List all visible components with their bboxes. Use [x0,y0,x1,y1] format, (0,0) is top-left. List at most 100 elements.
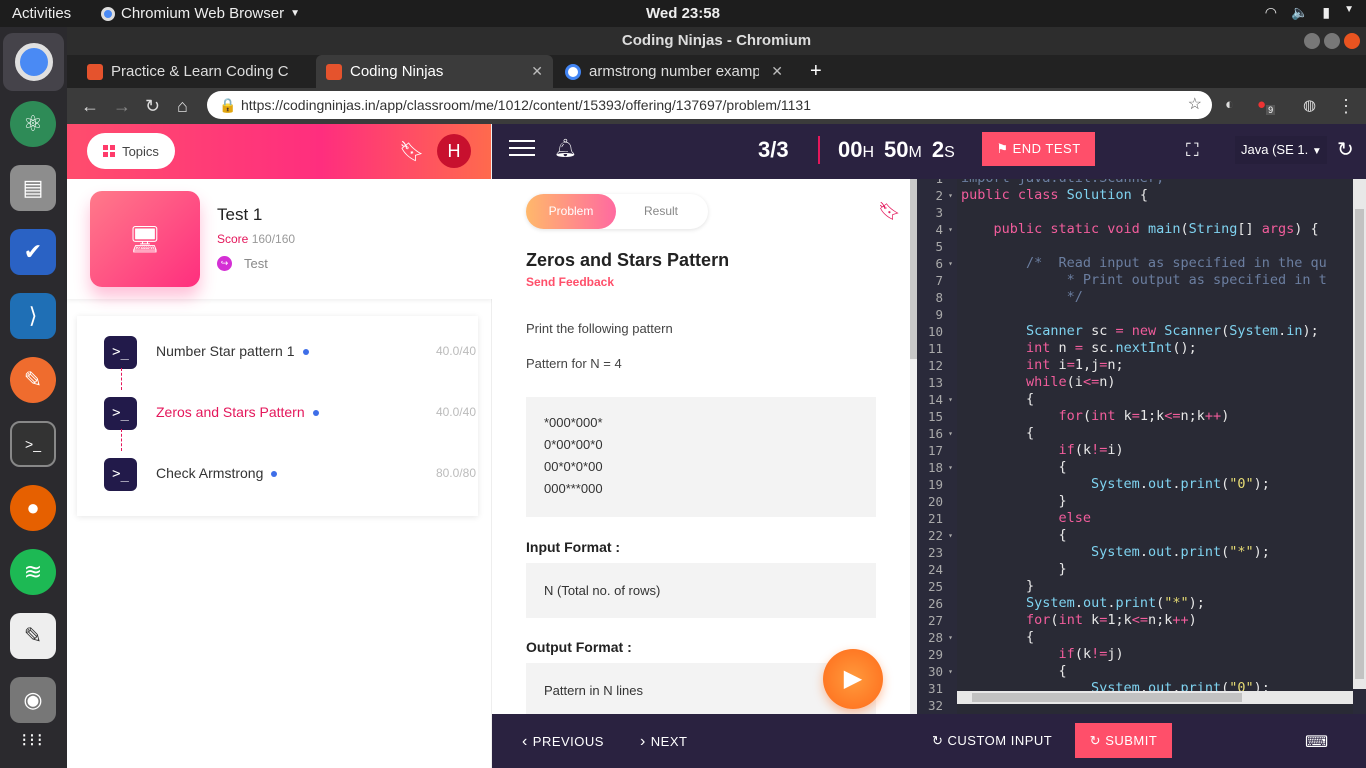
tab-result[interactable]: Result [626,194,696,229]
code-line[interactable]: } [961,561,1067,578]
language-select[interactable]: Java (SE 1. ▼ [1235,136,1327,164]
show-apps-icon[interactable]: ⁝⁝⁝ [10,717,56,763]
problem-name: Check Armstrong [156,465,278,481]
code-line[interactable]: } [961,493,1067,510]
fold-arrow-icon[interactable]: ▾ [948,187,953,204]
browser-tab-active[interactable]: Coding Ninjas ✕ [316,55,553,88]
address-bar[interactable]: 🔒 https://codingninjas.in/app/classroom/… [207,91,1212,119]
code-line[interactable]: { [961,425,1034,442]
atom-icon[interactable]: ⚛ [10,101,56,147]
fold-arrow-icon[interactable]: ▾ [948,425,953,442]
run-button[interactable]: ▶ [823,649,883,709]
code-line[interactable]: } [961,578,1034,595]
code-line[interactable]: while(i<=n) [961,374,1115,391]
fold-arrow-icon[interactable]: ▾ [948,255,953,272]
keyboard-icon[interactable]: ⌨ [1305,732,1329,752]
extension-badge-icon[interactable]: ● 9 [1257,96,1276,115]
code-line[interactable]: for(int k=1;k<=n;k++) [961,612,1197,629]
fold-arrow-icon[interactable]: ▾ [948,391,953,408]
fullscreen-icon[interactable]: ⛶ [1186,140,1199,161]
editor-horizontal-scrollbar[interactable] [957,691,1353,704]
tab-problem[interactable]: Problem [526,194,616,229]
system-tray[interactable]: ◠ 🔈 ▮ ▼ [1265,4,1354,21]
menu-icon[interactable]: ⋮ [1337,96,1355,117]
fold-arrow-icon[interactable]: ▾ [948,527,953,544]
code-token: System [1091,544,1140,560]
fold-arrow-icon[interactable]: ▾ [948,663,953,680]
custom-input-button[interactable]: ↻ CUSTOM INPUT [932,733,1052,749]
reload-icon[interactable]: ↻ [145,96,160,117]
browser-tab[interactable]: Practice & Learn Coding C [77,55,315,88]
forward-icon[interactable]: → [113,96,131,117]
app-menu[interactable]: Chromium Web Browser ▼ [101,5,300,22]
code-line[interactable]: { [961,391,1034,408]
terminal-icon[interactable]: >_ [10,421,56,467]
chromium-dock-icon[interactable] [3,33,64,91]
fold-arrow-icon[interactable]: ▾ [948,629,953,646]
code-line[interactable]: { [961,527,1067,544]
code-line[interactable]: * Print output as specified in t [961,272,1327,289]
editor-vertical-scrollbar[interactable] [1353,179,1366,689]
code-line[interactable]: System.out.print("0"); [961,476,1270,493]
submit-button[interactable]: ↻ SUBMIT [1075,723,1172,758]
previous-button[interactable]: ‹ PREVIOUS [522,733,604,751]
code-editor[interactable]: 12▾34▾56▾7891011121314▾1516▾1718▾1920212… [917,179,1366,714]
end-test-button[interactable]: ⚑ END TEST [982,132,1095,166]
close-tab-icon[interactable]: ✕ [771,63,783,80]
code-line[interactable]: public class Solution { [961,187,1148,204]
next-button[interactable]: › NEXT [640,733,687,751]
firefox-icon[interactable]: ● [10,485,56,531]
code-area[interactable]: import java.util.Scanner;public class So… [957,179,1353,714]
postman-icon[interactable]: ✎ [10,357,56,403]
problem-item[interactable]: >_ Number Star pattern 1 40.0/40 [77,330,478,380]
code-line[interactable]: int i=1,j=n; [961,357,1124,374]
reset-code-icon[interactable]: ↻ [1337,137,1354,162]
code-line[interactable]: public static void main(String[] args) { [961,221,1319,238]
profile-icon[interactable]: ◍ [1303,96,1316,114]
code-line[interactable]: if(k!=j) [961,646,1124,663]
code-line[interactable]: { [961,459,1067,476]
vscode-icon[interactable]: ⟩ [10,293,56,339]
spotify-icon[interactable]: ≋ [10,549,56,595]
code-line[interactable]: else [961,510,1092,527]
maximize-button[interactable] [1324,33,1340,49]
page-content: Topics 🔖︎ H 🖥︎ Test 1 Score 160/160 ↪ Te… [67,124,1366,768]
code-line[interactable]: */ [961,289,1083,306]
code-line[interactable]: for(int k=1;k<=n;k++) [961,408,1230,425]
bookmark-icon[interactable]: 🔖︎ [399,139,424,164]
minimize-button[interactable] [1304,33,1320,49]
code-line[interactable]: import java.util.Scanner; [961,179,1164,187]
browser-tab[interactable]: armstrong number examp ✕ [555,55,793,88]
code-line[interactable]: { [961,629,1034,646]
hamburger-menu-icon[interactable] [509,140,535,158]
code-line[interactable]: int n = sc.nextInt(); [961,340,1197,357]
problem-item[interactable]: >_ Check Armstrong 80.0/80 [77,452,478,502]
activities-button[interactable]: Activities [12,5,71,22]
code-line[interactable]: Scanner sc = new Scanner(System.in); [961,323,1319,340]
send-feedback-link[interactable]: Send Feedback [526,275,614,289]
bookmark-icon[interactable]: 🔖︎ [878,201,901,222]
text-editor-icon[interactable]: ✎ [10,613,56,659]
files-icon[interactable]: ▤ [10,165,56,211]
code-line[interactable]: /* Read input as specified in the qu [961,255,1327,272]
back-icon[interactable]: ← [81,96,99,117]
code-line[interactable]: if(k!=i) [961,442,1124,459]
tasks-icon[interactable]: ✔ [10,229,56,275]
extension-icon[interactable]: ◐ [1225,96,1234,113]
close-window-button[interactable] [1344,33,1360,49]
code-line[interactable]: System.out.print("*"); [961,595,1205,612]
bookmark-star-icon[interactable]: ☆ [1188,91,1202,119]
fold-arrow-icon[interactable]: ▾ [948,221,953,238]
code-line[interactable]: { [961,663,1067,680]
home-icon[interactable]: ⌂ [177,96,188,117]
fold-arrow-icon[interactable]: ▾ [948,459,953,476]
code-line[interactable]: System.out.print("*"); [961,544,1270,561]
problem-scrollbar[interactable] [910,179,917,714]
new-tab-button[interactable]: + [800,55,832,88]
problem-item-selected[interactable]: >_ Zeros and Stars Pattern 40.0/40 [77,391,478,441]
avatar[interactable]: H [437,134,471,168]
close-tab-icon[interactable]: ✕ [531,63,543,80]
bell-icon[interactable]: 🔔︎ [554,138,577,159]
topics-button[interactable]: Topics [87,133,175,169]
